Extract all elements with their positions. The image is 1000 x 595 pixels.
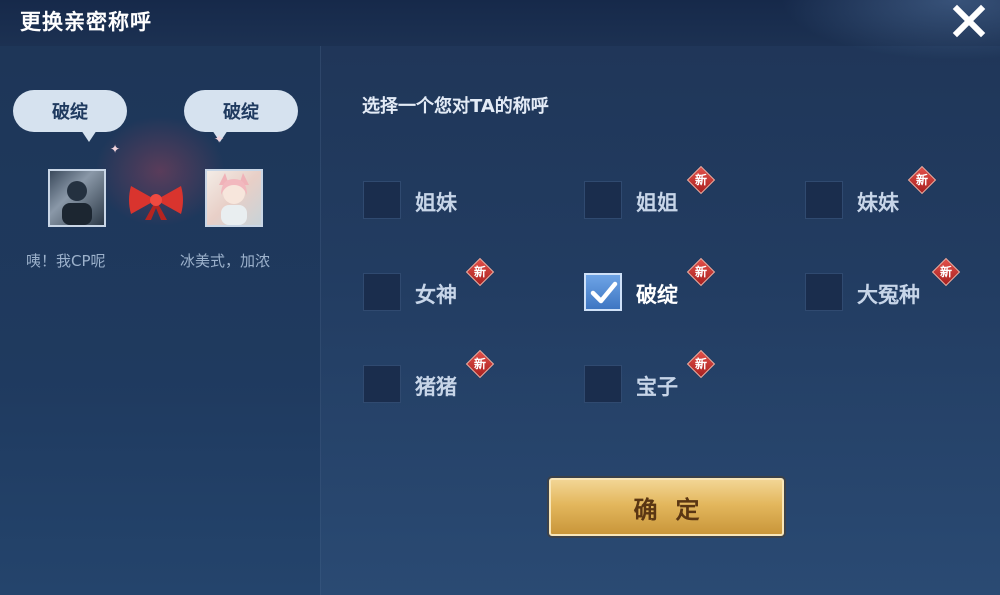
- option-checkbox-checked[interactable]: [584, 273, 622, 311]
- option-label: 妹妹: [857, 191, 899, 215]
- new-badge: 新: [686, 165, 716, 195]
- check-icon: [590, 281, 618, 304]
- right-name-bubble: 破绽: [184, 90, 298, 142]
- option-label: 破绽: [636, 283, 678, 307]
- close-icon: [952, 4, 986, 38]
- page-title: 更换亲密称呼: [20, 10, 152, 34]
- option-label: 姐妹: [415, 191, 457, 215]
- right-status-text: 冰美式，加浓: [180, 252, 271, 270]
- avatar-right: [205, 169, 263, 227]
- option-checkbox[interactable]: [584, 181, 622, 219]
- option-checkbox[interactable]: [805, 273, 843, 311]
- option-checkbox[interactable]: [363, 181, 401, 219]
- option-checkbox[interactable]: [363, 273, 401, 311]
- close-button[interactable]: [950, 4, 988, 38]
- left-status-text: 咦！我CP呢: [26, 252, 106, 270]
- selection-prompt: 选择一个您对TA的称呼: [362, 96, 549, 117]
- avatar-left-image: [62, 181, 92, 225]
- sparkle-icon: ✦: [110, 142, 121, 156]
- avatar-left: [48, 169, 106, 227]
- bow-icon: [129, 186, 183, 220]
- option-label: 姐姐: [636, 191, 678, 215]
- option-label: 女神: [415, 283, 457, 307]
- option-label: 猪猪: [415, 375, 457, 399]
- option-checkbox[interactable]: [584, 365, 622, 403]
- option-checkbox[interactable]: [363, 365, 401, 403]
- left-name-bubble: 破绽: [13, 90, 127, 142]
- new-badge: 新: [465, 349, 495, 379]
- sparkle-icon: ✦: [214, 132, 225, 146]
- option-label: 大冤种: [857, 283, 920, 307]
- option-checkbox[interactable]: [805, 181, 843, 219]
- new-badge: 新: [907, 165, 937, 195]
- new-badge: 新: [686, 349, 716, 379]
- option-label: 宝子: [636, 375, 678, 399]
- confirm-button-label: 确定: [633, 495, 718, 524]
- new-badge: 新: [465, 257, 495, 287]
- avatar-right-image: [219, 173, 249, 225]
- confirm-button[interactable]: 确定: [549, 478, 784, 536]
- new-badge: 新: [686, 257, 716, 287]
- new-badge: 新: [931, 257, 961, 287]
- preview-panel: 破绽 破绽 ✦ ✦ 咦！我CP呢 冰美式，加浓: [0, 46, 321, 595]
